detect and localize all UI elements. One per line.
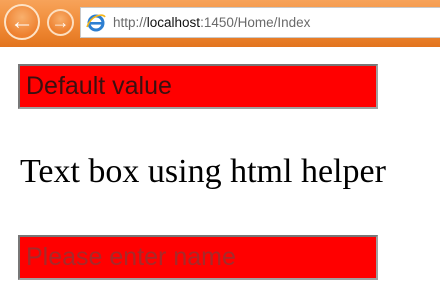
forward-arrow-icon: →	[51, 12, 70, 32]
default-value-textbox[interactable]	[18, 64, 378, 109]
browser-toolbar: ← → http://localhost:1450/Home/Index	[0, 0, 440, 48]
address-bar[interactable]: http://localhost:1450/Home/Index	[80, 7, 440, 38]
internet-explorer-icon	[86, 13, 106, 33]
back-button[interactable]: ←	[4, 4, 40, 40]
url-host: localhost	[146, 15, 201, 30]
address-url: http://localhost:1450/Home/Index	[113, 15, 310, 30]
url-path: :1450/Home/Index	[200, 15, 311, 30]
page-heading: Text box using html helper	[20, 153, 386, 190]
back-arrow-icon: ←	[10, 8, 34, 35]
forward-button[interactable]: →	[47, 9, 74, 36]
url-prefix: http://	[113, 15, 147, 30]
name-textbox[interactable]	[18, 235, 378, 280]
